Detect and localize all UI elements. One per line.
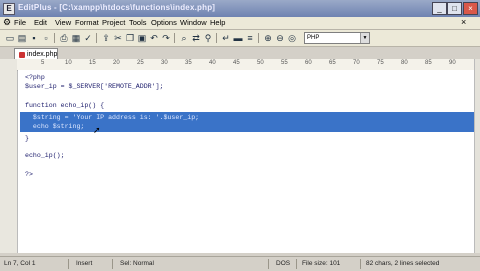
ruler-mark: 20 — [113, 60, 120, 66]
paste-icon[interactable]: ▣ — [136, 32, 148, 44]
vertical-scrollbar[interactable] — [474, 59, 480, 253]
ruler-mark: 80 — [401, 60, 408, 66]
code-editor[interactable]: <?php $user_ip = $_SERVER['REMOTE_ADDR']… — [18, 70, 480, 253]
code-line: function echo_ip() { — [25, 102, 105, 109]
toolbar-divider — [96, 33, 97, 43]
window-title: EditPlus - [C:\xampp\htdocs\functions\in… — [18, 3, 216, 12]
language-select-value: PHP — [307, 35, 320, 41]
open-file-icon[interactable]: ▤ — [16, 32, 28, 44]
insert-mode: Insert — [76, 260, 93, 267]
find-in-files-icon[interactable]: ⚲ — [202, 32, 214, 44]
ruler-mark: 25 — [137, 60, 144, 66]
ruler-mark: 10 — [65, 60, 72, 66]
word-wrap-icon[interactable]: ↵ — [220, 32, 232, 44]
redo-icon[interactable]: ↷ — [160, 32, 172, 44]
menu-edit[interactable]: Edit — [34, 18, 47, 28]
ruler-mark: 70 — [353, 60, 360, 66]
document-tab-bar: index.php — [0, 47, 480, 60]
mouse-cursor-icon: ➚ — [93, 125, 101, 135]
ruler-mark: 50 — [257, 60, 264, 66]
chevron-down-icon[interactable]: ▼ — [360, 33, 369, 43]
minimize-button[interactable]: _ — [432, 2, 447, 15]
line-number-icon[interactable]: ≡ — [244, 32, 256, 44]
language-select[interactable]: PHP ▼ — [304, 32, 370, 44]
code-line: $user_ip = $_SERVER['REMOTE_ADDR']; — [25, 83, 164, 90]
spell-check-icon[interactable]: ✓ — [82, 32, 94, 44]
ruler-mark: 40 — [209, 60, 216, 66]
ruler-mark: 30 — [161, 60, 168, 66]
ftp-upload-icon[interactable]: ⇪ — [100, 32, 112, 44]
menu-window[interactable]: Window — [180, 18, 207, 28]
ruler-mark: 75 — [377, 60, 384, 66]
code-line: } — [25, 135, 29, 142]
tab-label: index.php — [27, 51, 58, 58]
code-line: <?php — [25, 74, 45, 81]
print-preview-icon[interactable]: ▦ — [70, 32, 82, 44]
ruler-mark: 45 — [233, 60, 240, 66]
ruler-mark: 5 — [41, 60, 45, 66]
status-divider — [296, 259, 297, 269]
status-divider — [112, 259, 113, 269]
selection-summary: 82 chars, 2 lines selected — [366, 260, 440, 267]
save-icon[interactable]: ▪ — [28, 32, 40, 44]
title-bar: E EditPlus - [C:\xampp\htdocs\functions\… — [0, 0, 480, 17]
zoom-in-icon[interactable]: ⊕ — [262, 32, 274, 44]
menu-file[interactable]: File — [14, 18, 26, 28]
line-gutter — [0, 59, 18, 253]
ruler-mark: 60 — [305, 60, 312, 66]
close-document-icon[interactable]: × — [461, 17, 466, 28]
selection-mode: Sel: Normal — [120, 260, 154, 267]
save-all-icon[interactable]: ▫ — [40, 32, 52, 44]
status-divider — [268, 259, 269, 269]
maximize-button[interactable]: □ — [447, 2, 462, 15]
menu-bar: ⚙ File Edit View Format Project Tools Op… — [0, 17, 480, 30]
file-size: File size: 101 — [302, 260, 341, 267]
app-icon: E — [3, 3, 15, 15]
menu-format[interactable]: Format — [75, 18, 99, 28]
browser-preview-icon[interactable]: ◎ — [286, 32, 298, 44]
status-divider — [68, 259, 69, 269]
code-line-selected: echo $string; — [25, 123, 85, 130]
ruler-mark: 65 — [329, 60, 336, 66]
code-line-selected: $string = 'Your IP address is: '.$user_i… — [25, 114, 200, 121]
ruler-toggle-icon[interactable]: ▬ — [232, 32, 244, 44]
find-icon[interactable]: ⌕ — [178, 32, 190, 44]
document-menu-icon[interactable]: ⚙ — [3, 17, 11, 28]
new-file-icon[interactable]: ▭ — [4, 32, 16, 44]
close-button[interactable]: × — [463, 2, 478, 15]
menu-project[interactable]: Project — [102, 18, 125, 28]
ruler-mark: 90 — [449, 60, 456, 66]
menu-view[interactable]: View — [55, 18, 71, 28]
print-icon[interactable]: ⎙ — [58, 32, 70, 44]
toolbar: ▭ ▤ ▪ ▫ ⎙ ▦ ✓ ⇪ ✂ ❐ ▣ ↶ ↷ ⌕ ⇄ ⚲ ↵ ▬ ≡ ⊕ … — [0, 30, 480, 47]
copy-icon[interactable]: ❐ — [124, 32, 136, 44]
ruler-mark: 55 — [281, 60, 288, 66]
ruler-mark: 35 — [185, 60, 192, 66]
toolbar-divider — [216, 33, 217, 43]
code-line: echo_ip(); — [25, 152, 65, 159]
status-bar: Ln 7, Col 1 Insert Sel: Normal DOS File … — [0, 256, 480, 271]
line-ending: DOS — [276, 260, 291, 267]
toolbar-divider — [54, 33, 55, 43]
ruler-mark: 15 — [89, 60, 96, 66]
undo-icon[interactable]: ↶ — [148, 32, 160, 44]
menu-options[interactable]: Options — [151, 18, 177, 28]
ruler-mark: 85 — [425, 60, 432, 66]
php-file-icon — [19, 52, 25, 58]
cursor-position: Ln 7, Col 1 — [4, 260, 36, 267]
replace-icon[interactable]: ⇄ — [190, 32, 202, 44]
zoom-out-icon[interactable]: ⊖ — [274, 32, 286, 44]
code-line: ?> — [25, 171, 33, 178]
menu-help[interactable]: Help — [210, 18, 225, 28]
status-divider — [360, 259, 361, 269]
toolbar-divider — [258, 33, 259, 43]
menu-tools[interactable]: Tools — [129, 18, 147, 28]
toolbar-divider — [174, 33, 175, 43]
cut-icon[interactable]: ✂ — [112, 32, 124, 44]
